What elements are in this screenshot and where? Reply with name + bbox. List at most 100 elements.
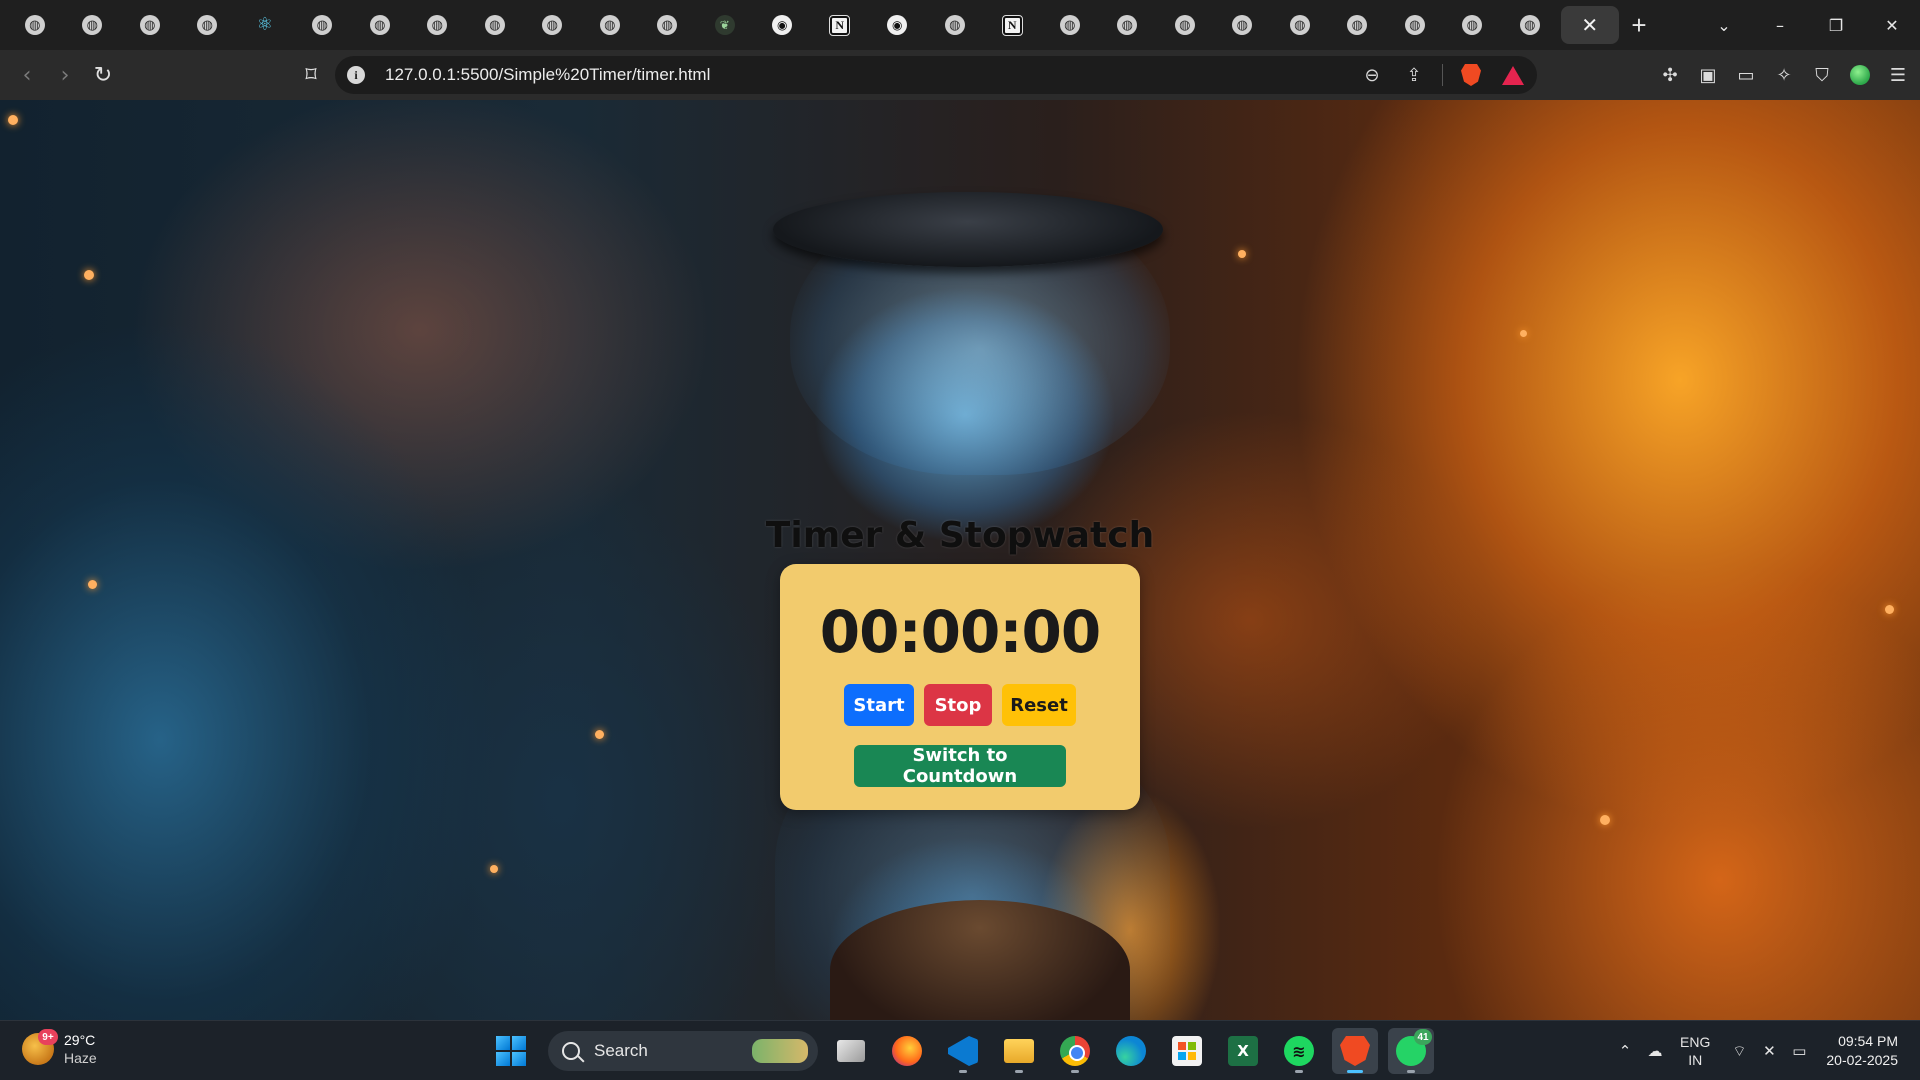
clock[interactable]: 09:54 PM 20-02-2025 [1826, 1032, 1898, 1070]
globe-icon: ◍ [1519, 15, 1540, 35]
menu-icon[interactable]: ☰ [1884, 61, 1912, 89]
notion-icon: N [829, 14, 851, 36]
reload-icon[interactable]: ↻ [84, 56, 122, 94]
tab-search-icon[interactable]: ⌄ [1696, 0, 1752, 50]
profile-icon[interactable] [1846, 61, 1874, 89]
address-bar-actions: ⊖ ⇪ [1358, 56, 1527, 94]
running-indicator [1347, 1070, 1363, 1073]
firefox-icon[interactable] [884, 1028, 930, 1074]
browser-tab[interactable]: ◍ [1214, 6, 1272, 44]
browser-tab[interactable]: ◍ [1041, 6, 1099, 44]
browser-tab[interactable]: ⚛ [236, 6, 294, 44]
vpn-icon[interactable]: ⛉ [1808, 61, 1836, 89]
react-icon: ⚛ [256, 14, 273, 35]
wallet-icon[interactable]: ▭ [1732, 61, 1760, 89]
browser-tab[interactable]: ◉ [754, 6, 812, 44]
browser-tab[interactable]: ◍ [1444, 6, 1502, 44]
minimize-icon[interactable]: – [1752, 0, 1808, 50]
sidebar-icon[interactable]: ▣ [1694, 61, 1722, 89]
wifi-icon[interactable]: ⌔ [1724, 1036, 1754, 1066]
file-explorer-icon[interactable] [996, 1028, 1042, 1074]
address-bar[interactable]: i 127.0.0.1:5500/Simple%20Timer/timer.ht… [335, 56, 1537, 94]
browser-tab[interactable]: ◍ [179, 6, 237, 44]
extensions-icon[interactable]: ✣ [1656, 61, 1684, 89]
toolbar-actions: ✣ ▣ ▭ ✧ ⛉ ☰ [1656, 56, 1912, 94]
taskbar: 9+ 29°C Haze Search X ≋ 41 ⌃ ☁ ENG IN ⌔ … [0, 1020, 1920, 1080]
onedrive-icon[interactable]: ☁ [1640, 1036, 1670, 1066]
browser-tab[interactable]: ◍ [581, 6, 639, 44]
globe-icon: ◍ [944, 15, 965, 35]
vscode-icon[interactable] [940, 1028, 986, 1074]
brave-shields-icon[interactable] [1457, 61, 1485, 89]
edge-icon[interactable] [1108, 1028, 1154, 1074]
start-button[interactable]: Start [844, 684, 914, 726]
browser-tab[interactable]: ❦ [696, 6, 754, 44]
back-icon[interactable]: ‹ [8, 56, 46, 94]
browser-tab[interactable]: ◍ [1501, 6, 1559, 44]
browser-tab[interactable]: ◍ [1099, 6, 1157, 44]
url-text[interactable]: 127.0.0.1:5500/Simple%20Timer/timer.html [385, 65, 710, 85]
weather-widget[interactable]: 9+ 29°C Haze [22, 1029, 97, 1067]
globe-icon: ◍ [1404, 15, 1425, 35]
browser-tab[interactable]: ◍ [1329, 6, 1387, 44]
browser-tab[interactable]: ◉ [869, 6, 927, 44]
timer-controls: Start Stop Reset [780, 684, 1140, 726]
globe-icon: ◍ [657, 15, 678, 35]
browser-tab[interactable]: ◍ [6, 6, 64, 44]
battery-icon[interactable]: ▭ [1784, 1036, 1814, 1066]
leo-ai-icon[interactable]: ✧ [1770, 61, 1798, 89]
window-close-icon[interactable]: ✕ [1864, 0, 1920, 50]
close-icon[interactable]: ✕ [1581, 13, 1598, 38]
stop-button[interactable]: Stop [924, 684, 992, 726]
chrome-icon[interactable] [1052, 1028, 1098, 1074]
browser-tab[interactable]: ◍ [926, 6, 984, 44]
browser-tab[interactable]: ◍ [1156, 6, 1214, 44]
language-indicator[interactable]: ENG IN [1680, 1033, 1710, 1069]
browser-tab[interactable]: ◍ [64, 6, 122, 44]
microsoft-store-icon[interactable] [1164, 1028, 1210, 1074]
browser-tab[interactable]: N [984, 6, 1042, 44]
browser-tab[interactable]: ◍ [1271, 6, 1329, 44]
switch-mode-button[interactable]: Switch to Countdown [854, 745, 1066, 787]
taskbar-search[interactable]: Search [548, 1031, 818, 1071]
new-tab-button[interactable]: + [1615, 6, 1663, 44]
chevron-up-icon[interactable]: ⌃ [1610, 1036, 1640, 1066]
excel-icon[interactable]: X [1220, 1028, 1266, 1074]
globe-icon: ◍ [1347, 15, 1368, 35]
reset-button[interactable]: Reset [1002, 684, 1076, 726]
globe-icon: ◍ [542, 15, 563, 35]
restore-icon[interactable]: ❐ [1808, 0, 1864, 50]
volume-muted-icon[interactable]: ✕ [1754, 1036, 1784, 1066]
tab-active[interactable]: ✕ [1561, 6, 1619, 44]
browser-tab[interactable]: ◍ [524, 6, 582, 44]
browser-tab[interactable]: ◍ [639, 6, 697, 44]
share-icon[interactable]: ⇪ [1400, 61, 1428, 89]
weather-text: 29°C Haze [64, 1031, 97, 1067]
spotify-icon[interactable]: ≋ [1276, 1028, 1322, 1074]
weather-badge: 9+ [38, 1029, 58, 1045]
browser-tab[interactable]: N [811, 6, 869, 44]
brave-icon[interactable] [1332, 1028, 1378, 1074]
forward-icon[interactable]: › [46, 56, 84, 94]
windows-start-icon[interactable] [496, 1036, 526, 1066]
running-indicator [1295, 1070, 1303, 1073]
bookmark-icon[interactable]: ⌑ [292, 56, 330, 94]
zoom-icon[interactable]: ⊖ [1358, 61, 1386, 89]
region-code: IN [1688, 1052, 1703, 1068]
task-view-icon[interactable] [828, 1028, 874, 1074]
page-title: Timer & Stopwatch [765, 515, 1155, 556]
weather-temp: 29°C [64, 1032, 96, 1048]
brave-rewards-icon[interactable] [1499, 61, 1527, 89]
site-info-icon[interactable]: i [347, 66, 365, 84]
ember [1520, 330, 1527, 337]
whatsapp-icon[interactable]: 41 [1388, 1028, 1434, 1074]
browser-tab[interactable]: ◍ [294, 6, 352, 44]
github-icon: ◉ [887, 15, 908, 35]
browser-tab[interactable]: ◍ [409, 6, 467, 44]
globe-icon: ◍ [1232, 15, 1253, 35]
browser-tab[interactable]: ◍ [466, 6, 524, 44]
browser-toolbar: ‹ › ↻ ⌑ i 127.0.0.1:5500/Simple%20Timer/… [0, 50, 1920, 100]
browser-tab[interactable]: ◍ [1386, 6, 1444, 44]
browser-tab[interactable]: ◍ [351, 6, 409, 44]
browser-tab[interactable]: ◍ [121, 6, 179, 44]
